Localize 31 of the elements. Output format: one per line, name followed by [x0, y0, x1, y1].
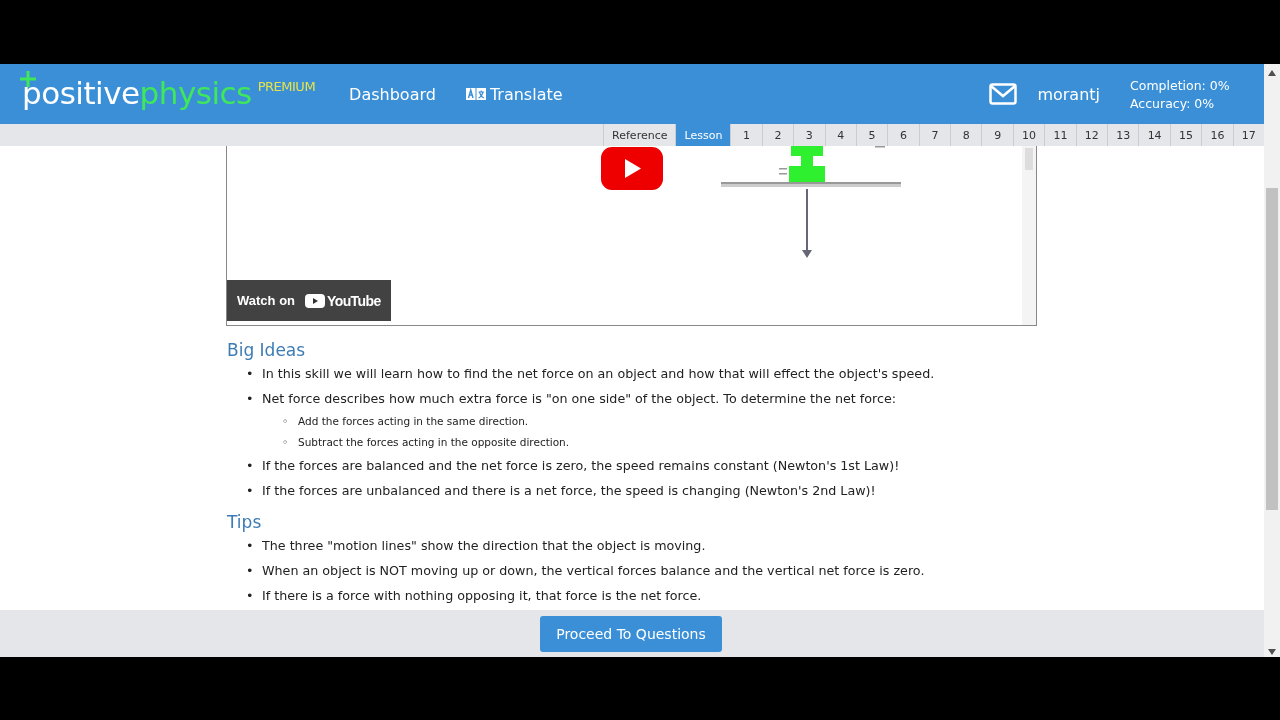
scroll-up-icon[interactable]: [1268, 70, 1276, 76]
bullet: •: [246, 563, 254, 578]
bullet: •: [246, 458, 254, 473]
list-item: When an object is NOT moving up or down, the vertical forces balance and the vertical net force is zero.: [262, 563, 925, 578]
completion-stat: Completion: 0%: [1130, 77, 1231, 93]
list-item: In this skill we will learn how to find the net force on an object and how that will effect the object's speed.: [262, 366, 935, 381]
bullet: •: [246, 538, 254, 553]
list-item: If the forces are unbalanced and there is a net force, the speed is changing (Newton's 2nd Law)!: [262, 483, 876, 498]
play-icon[interactable]: [601, 147, 663, 190]
bullet: •: [246, 391, 254, 406]
section-heading: Tips: [227, 512, 263, 532]
scrollbar-thumb[interactable]: [1266, 188, 1278, 510]
list-item: Net force describes how much extra force is "on one side" of the object. To determine the net force:: [262, 391, 897, 406]
bullet: •: [246, 483, 254, 498]
sub-list-item: Add the forces acting in the same direction.: [298, 415, 529, 427]
bullet: ◦: [282, 436, 290, 448]
play-icon: [305, 293, 325, 308]
mail-icon[interactable]: [989, 83, 1018, 105]
list-item: The three "motion lines" show the direction that the object is moving.: [262, 538, 706, 553]
premium-label: PREMIUM: [257, 79, 316, 94]
section-heading: Big Ideas: [227, 340, 307, 360]
accuracy-stat: Accuracy: 0%: [1130, 95, 1216, 111]
bullet: •: [246, 366, 254, 381]
list-item: If there is a force with nothing opposing it, that force is the net force.: [262, 588, 702, 603]
list-item: If the forces are balanced and the net force is zero, the speed remains constant (Newton's 1st Law)!: [262, 458, 900, 473]
bullet: •: [246, 588, 254, 603]
sub-list-item: Subtract the forces acting in the opposite direction.: [298, 436, 570, 448]
translate-icon: [465, 88, 486, 100]
bullet: ◦: [282, 415, 290, 427]
scroll-down-icon[interactable]: [1268, 649, 1276, 655]
watch-on-youtube-button[interactable]: Watch on YouTube: [227, 280, 391, 321]
